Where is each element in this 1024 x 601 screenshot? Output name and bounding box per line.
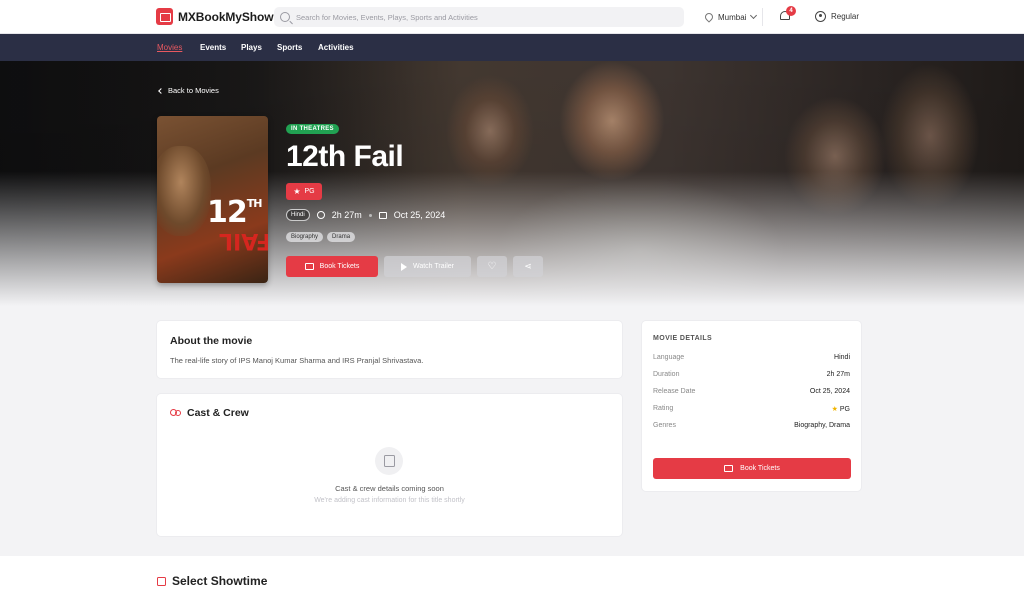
search-input[interactable] (296, 12, 666, 22)
showtime-section (0, 556, 1024, 601)
watch-trailer-button[interactable]: Watch Trailer (384, 256, 471, 277)
city-selector[interactable]: Mumbai (699, 8, 764, 26)
detail-row-genres: Genres Biography, Drama (653, 422, 850, 429)
detail-value: PG (839, 406, 850, 413)
detail-value: Biography, Drama (794, 422, 850, 429)
detail-row-rating: Rating ★ PG (653, 405, 850, 413)
back-label: Back to Movies (168, 86, 219, 95)
showtime-heading: Select Showtime (172, 574, 268, 588)
book-tickets-button[interactable]: Book Tickets (286, 256, 378, 277)
separator-dot (368, 213, 372, 217)
share-icon: ⋖ (524, 261, 532, 271)
about-heading: About the movie (170, 335, 253, 347)
star-icon: ★ (293, 187, 301, 196)
details-book-label: Book Tickets (740, 465, 780, 472)
film-icon (375, 447, 403, 475)
watch-trailer-label: Watch Trailer (413, 263, 454, 270)
calendar-icon (157, 576, 166, 586)
user-icon (815, 11, 826, 22)
notification-count-badge: 4 (786, 6, 796, 16)
back-to-movies-link[interactable]: Back to Movies (158, 86, 219, 95)
detail-row-release-date: Release Date Oct 25, 2024 (653, 388, 850, 395)
ticket-icon (304, 263, 314, 270)
cast-heading: Cast & Crew (187, 407, 249, 419)
nav-item-sports[interactable]: Sports (277, 43, 302, 52)
share-button[interactable]: ⋖ (513, 256, 543, 277)
poster-subtitle-text: FAIL (219, 228, 268, 253)
cast-empty-message: Cast & crew details coming soon (335, 484, 444, 493)
brand-logo[interactable]: MXBookMyShow (156, 8, 274, 25)
cast-empty-subtext: We're adding cast information for this t… (314, 497, 465, 504)
poster-title-text: 12TH (207, 195, 263, 230)
play-icon (401, 262, 407, 271)
ticket-icon (724, 465, 734, 472)
city-name: Mumbai (718, 12, 747, 22)
poster-title-number: 12 (207, 195, 248, 230)
detail-key: Genres (653, 422, 676, 429)
poster-title-suffix: TH (246, 197, 263, 210)
user-label: Regular (831, 12, 860, 21)
people-icon (170, 408, 181, 418)
detail-key: Rating (653, 405, 674, 412)
search-bar[interactable] (274, 7, 684, 27)
rating-value: PG (304, 188, 315, 195)
detail-value-rating: ★ PG (832, 405, 850, 413)
detail-value: 2h 27m (826, 371, 850, 378)
top-header: MXBookMyShow Mumbai 4 Regular (0, 0, 1024, 34)
showtime-header: Select Showtime (157, 574, 267, 588)
movie-meta: Hindi 2h 27m Oct 25, 2024 (286, 209, 445, 221)
detail-value: Oct 25, 2024 (809, 388, 850, 395)
poster-face (157, 146, 211, 236)
in-theatres-badge: IN THEATRES (286, 124, 339, 134)
genre-tags: Biography Drama (286, 232, 356, 242)
chevron-left-icon (158, 87, 164, 94)
star-icon: ★ (831, 406, 838, 413)
genre-tag: Biography (286, 232, 324, 242)
hero-actions: Book Tickets Watch Trailer ♡ ⋖ (286, 256, 543, 277)
location-pin-icon (703, 11, 715, 23)
genre-tag: Drama (327, 232, 356, 242)
clock-icon (316, 211, 325, 219)
book-tickets-label: Book Tickets (319, 263, 360, 270)
rating-badge: ★ PG (286, 183, 322, 200)
details-heading: MOVIE DETAILS (653, 335, 713, 342)
about-movie-card: About the movie The real-life story of I… (157, 321, 622, 378)
cast-crew-card: Cast & Crew Cast & crew details coming s… (157, 394, 622, 536)
nav-item-events[interactable]: Events (200, 43, 226, 52)
nav-item-movies[interactable]: Movies (157, 43, 182, 52)
search-icon (280, 12, 290, 22)
release-date: Oct 25, 2024 (393, 210, 446, 220)
movie-title: 12th Fail (286, 140, 404, 173)
ticket-logo-icon (156, 8, 173, 25)
about-text: The real-life story of IPS Manoj Kumar S… (170, 356, 424, 365)
heart-icon: ♡ (487, 261, 497, 272)
details-book-tickets-button[interactable]: Book Tickets (653, 458, 851, 479)
nav-item-activities[interactable]: Activities (318, 43, 354, 52)
user-menu[interactable]: Regular (815, 11, 859, 22)
movie-poster: 12TH FAIL (157, 116, 268, 283)
detail-row-duration: Duration 2h 27m (653, 371, 850, 378)
movie-details-card: MOVIE DETAILS Language Hindi Duration 2h… (642, 321, 861, 491)
detail-value: Hindi (834, 354, 850, 361)
detail-key: Duration (653, 371, 680, 378)
calendar-icon (378, 211, 387, 219)
favorite-button[interactable]: ♡ (477, 256, 507, 277)
detail-row-language: Language Hindi (653, 354, 850, 361)
duration: 2h 27m (331, 210, 362, 220)
chevron-down-icon (750, 11, 758, 20)
detail-key: Release Date (653, 388, 696, 395)
language-tag: Hindi (286, 209, 310, 221)
nav-item-plays[interactable]: Plays (241, 43, 262, 52)
category-nav: Movies Events Plays Sports Activities (0, 34, 1024, 61)
brand-name: MXBookMyShow (178, 9, 274, 24)
detail-key: Language (653, 354, 685, 361)
cast-header: Cast & Crew (170, 407, 249, 419)
